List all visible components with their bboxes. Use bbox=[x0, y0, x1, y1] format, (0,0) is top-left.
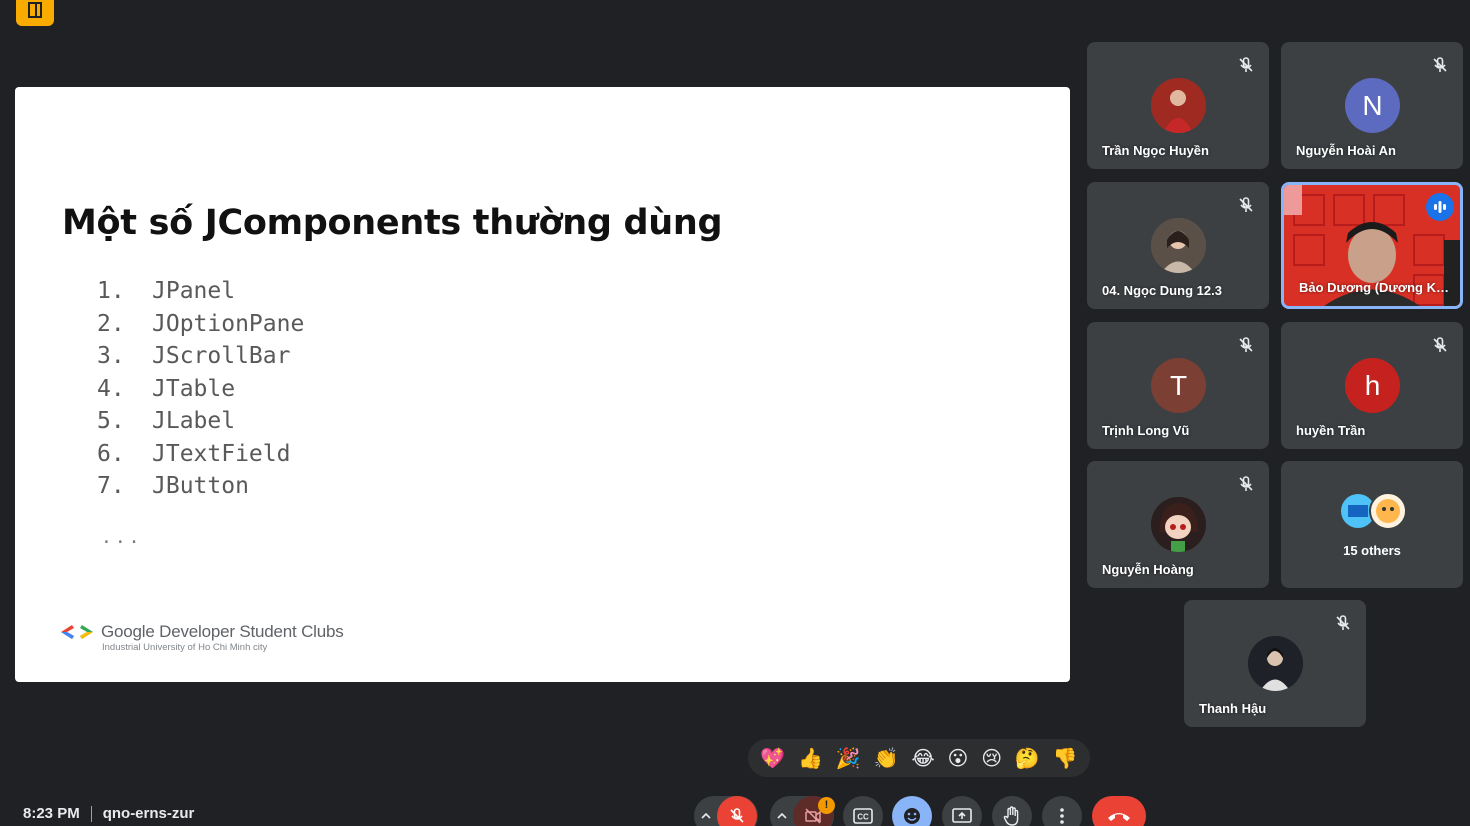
presentation-slide: Một số JComponents thường dùng 1. JPanel … bbox=[15, 87, 1070, 682]
closed-captions-icon: CC bbox=[853, 808, 873, 824]
participant-name: huyền Trần bbox=[1296, 423, 1366, 438]
participant-tile[interactable]: 04. Ngọc Dung 12.3 bbox=[1087, 182, 1269, 309]
sparkling-heart-reaction[interactable]: 💖 bbox=[760, 746, 785, 771]
avatar: h bbox=[1345, 358, 1400, 413]
person-photo-icon bbox=[1151, 218, 1206, 273]
laughing-reaction[interactable]: 😂 bbox=[911, 746, 934, 771]
others-count: 15 others bbox=[1343, 543, 1401, 558]
hang-up-icon bbox=[1108, 813, 1130, 821]
mic-off-icon bbox=[1336, 615, 1350, 630]
list-item: 1. JPanel bbox=[97, 278, 236, 304]
gdsc-subtitle: Industrial University of Ho Chi Minh cit… bbox=[102, 642, 268, 653]
mic-control-group bbox=[694, 796, 758, 826]
avatar: T bbox=[1151, 358, 1206, 413]
thinking-reaction[interactable]: 🤔 bbox=[1015, 746, 1040, 771]
mic-toggle-button[interactable] bbox=[717, 796, 757, 826]
meeting-code: qno-erns-zur bbox=[102, 805, 195, 822]
mic-off-icon bbox=[1433, 337, 1447, 352]
participant-tile[interactable]: N Nguyễn Hoài An bbox=[1281, 42, 1463, 169]
gdsc-logo: Google Developer Student Clubs Industria… bbox=[59, 622, 344, 654]
avatar: N bbox=[1345, 78, 1400, 133]
mic-off-icon bbox=[1239, 57, 1253, 72]
camera-alert-badge: ! bbox=[818, 797, 835, 814]
more-options-button[interactable] bbox=[1042, 796, 1082, 826]
more-vert-icon bbox=[1060, 808, 1064, 824]
mic-options-button[interactable] bbox=[695, 796, 717, 826]
crying-reaction[interactable]: 😢 bbox=[981, 746, 1002, 771]
participant-tile[interactable]: Nguyễn Hoàng bbox=[1087, 461, 1269, 588]
avatar bbox=[1151, 78, 1206, 133]
list-item: 7. JButton bbox=[97, 473, 249, 499]
participant-tile[interactable]: Trần Ngọc Huyền bbox=[1087, 42, 1269, 169]
participant-tile[interactable]: T Trịnh Long Vũ bbox=[1087, 322, 1269, 449]
mic-off-icon bbox=[1239, 197, 1253, 212]
mic-off-icon bbox=[730, 808, 744, 823]
leave-call-button[interactable] bbox=[1092, 796, 1146, 826]
clapping-reaction[interactable]: 👏 bbox=[874, 746, 899, 771]
person-photo-icon bbox=[1248, 636, 1303, 691]
hand-icon bbox=[1003, 806, 1019, 826]
gdsc-name: Google Developer Student Clubs bbox=[101, 622, 344, 641]
smiley-icon bbox=[904, 808, 920, 824]
slide-ellipsis: ... bbox=[101, 527, 143, 548]
participant-name: 04. Ngọc Dung 12.3 bbox=[1102, 283, 1222, 298]
participant-name: Thanh Hậu bbox=[1199, 701, 1267, 716]
slide-title: Một số JComponents thường dùng bbox=[62, 203, 723, 243]
raise-hand-button[interactable] bbox=[992, 796, 1032, 826]
surprised-reaction[interactable]: 😮 bbox=[948, 746, 969, 771]
avatar bbox=[1151, 218, 1206, 273]
participant-name: Bảo Dương (Dương Ke... bbox=[1299, 280, 1450, 295]
gdsc-brackets-icon bbox=[61, 625, 93, 639]
activities-badge[interactable] bbox=[16, 0, 54, 26]
mic-off-icon bbox=[1239, 476, 1253, 491]
anime-avatar-icon bbox=[1151, 497, 1206, 552]
mic-off-icon bbox=[1239, 337, 1253, 352]
reactions-bar: 💖 👍 🎉 👏 😂 😮 😢 🤔 👎 bbox=[748, 739, 1090, 777]
others-avatars bbox=[1341, 492, 1407, 530]
participant-tile-active-speaker[interactable]: Bảo Dương (Dương Ke... bbox=[1281, 182, 1463, 309]
list-item: 5. JLabel bbox=[97, 408, 236, 434]
avatar bbox=[1248, 636, 1303, 691]
meeting-time: 8:23 PM bbox=[23, 805, 80, 822]
party-popper-reaction[interactable]: 🎉 bbox=[836, 746, 861, 771]
thumbs-up-reaction[interactable]: 👍 bbox=[798, 746, 823, 771]
participant-name: Trịnh Long Vũ bbox=[1102, 423, 1190, 438]
participant-tile[interactable]: h huyền Trần bbox=[1281, 322, 1463, 449]
participant-tile[interactable]: Thanh Hậu bbox=[1184, 600, 1366, 727]
participant-name: Nguyễn Hoài An bbox=[1296, 143, 1396, 158]
meeting-info: 8:23 PM qno-erns-zur bbox=[23, 805, 194, 822]
chevron-up-icon bbox=[701, 813, 711, 819]
captions-button[interactable]: CC bbox=[843, 796, 883, 826]
participant-name: Nguyễn Hoàng bbox=[1102, 562, 1194, 577]
others-tile[interactable]: 15 others bbox=[1281, 461, 1463, 588]
participant-name: Trần Ngọc Huyền bbox=[1102, 143, 1209, 158]
list-item: 4. JTable bbox=[97, 375, 236, 402]
divider bbox=[90, 805, 92, 822]
speaking-indicator-icon bbox=[1426, 193, 1454, 221]
list-item: 2. JOptionPane bbox=[97, 310, 305, 337]
present-screen-icon bbox=[952, 808, 972, 823]
chevron-up-icon bbox=[777, 813, 787, 819]
person-photo-icon bbox=[1151, 78, 1206, 133]
avatar bbox=[1151, 497, 1206, 552]
svg-text:CC: CC bbox=[857, 813, 869, 822]
camera-options-button[interactable] bbox=[771, 796, 793, 826]
slide-list: 1. JPanel 2. JOptionPane 3. JScrollBar 4. JT… bbox=[97, 275, 304, 503]
list-item: 6. JTextField bbox=[97, 440, 291, 467]
present-screen-button[interactable] bbox=[942, 796, 982, 826]
door-icon bbox=[28, 2, 42, 18]
emoji-reactions-button[interactable] bbox=[892, 796, 932, 826]
thumbs-down-reaction[interactable]: 👎 bbox=[1053, 746, 1078, 771]
list-item: 3. JScrollBar bbox=[97, 343, 291, 369]
mic-off-icon bbox=[1433, 57, 1447, 72]
